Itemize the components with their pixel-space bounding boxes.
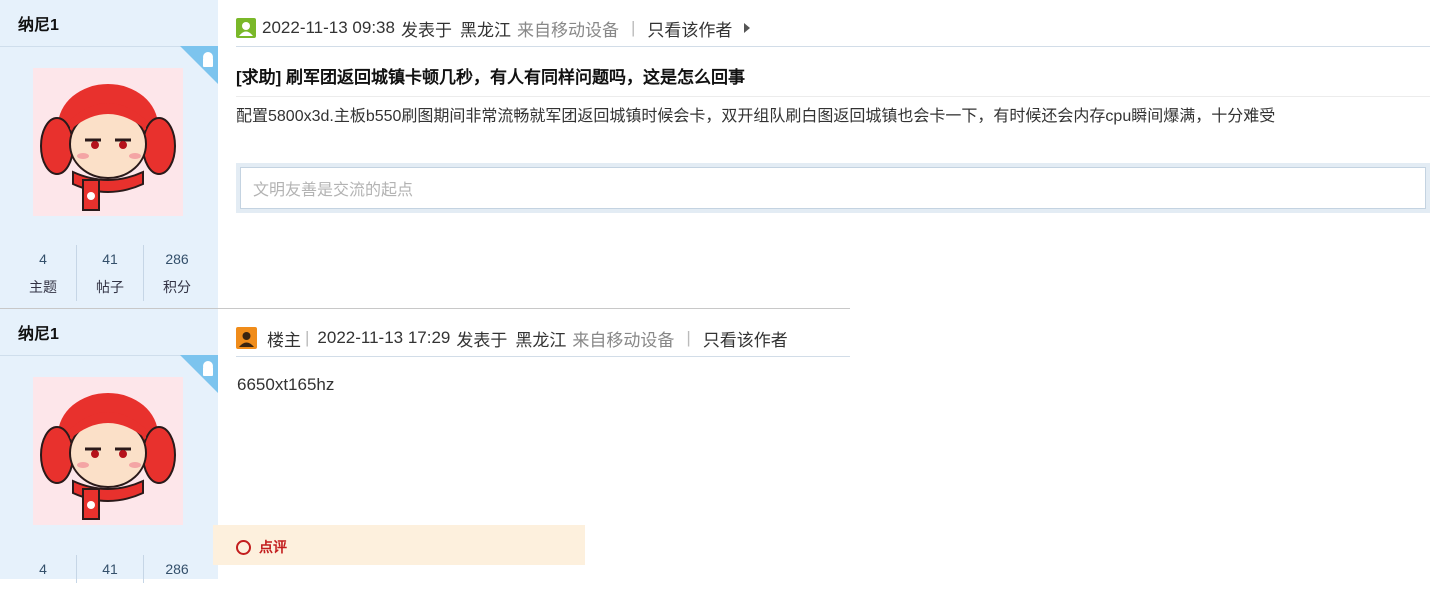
post1-content: 配置5800x3d.主板b550刷图期间非常流畅就军团返回城镇时候会卡，双开组队…	[236, 108, 1276, 125]
comment-button[interactable]: 点评	[236, 537, 287, 557]
android-icon	[180, 355, 218, 393]
android-icon	[180, 46, 218, 84]
post1-stats: 4 主题 41 帖子 286 积分	[10, 245, 210, 301]
post2-content: 6650xt165hz	[237, 375, 335, 394]
post1-sidebar: 纳尼1 4 主题 41 帖子 286 积分	[0, 0, 218, 308]
stat-posts[interactable]: 41	[76, 555, 143, 583]
post2-posted-at: 发表于	[456, 330, 508, 350]
post2-role-separator: |	[305, 328, 310, 347]
stat-posts[interactable]: 41 帖子	[76, 245, 143, 301]
post2-stats: 4 41 286	[10, 555, 210, 583]
post2-datetime: 2022-11-13 17:29	[317, 328, 451, 347]
stat-topics[interactable]: 4 主题	[10, 245, 76, 301]
post2-role: 楼主	[267, 330, 301, 350]
post2-meta-divider	[236, 356, 850, 357]
post2-location: 黑龙江	[515, 330, 567, 350]
post2-device: 来自移动设备	[572, 330, 675, 350]
post1-meta: 2022-11-13 09:38 发表于 黑龙江 来自移动设备 | 只看该作者	[236, 16, 752, 40]
post2-separator: |	[686, 328, 691, 347]
post2-author-name[interactable]: 纳尼1	[18, 320, 59, 344]
post2-view-author-only[interactable]: 只看该作者	[703, 326, 788, 351]
post1-posted-at: 发表于	[400, 20, 452, 40]
post1-avatar[interactable]	[33, 68, 183, 216]
triangle-right-icon	[744, 23, 751, 33]
reply-placeholder: 文明友善是交流的起点	[253, 182, 414, 199]
stat-points[interactable]: 286	[143, 555, 210, 583]
post1-meta-divider	[236, 46, 1430, 47]
comment-label: 点评	[259, 539, 287, 555]
post1-device: 来自移动设备	[516, 20, 619, 40]
post1-title: [求助] 刷军团返回城镇卡顿几秒，有人有同样问题吗，这是怎么回事	[236, 68, 746, 87]
post2-meta: 楼主 | 2022-11-13 17:29 发表于 黑龙江 来自移动设备 | 只…	[236, 326, 788, 350]
orange-owner-icon	[236, 327, 257, 349]
stat-topics[interactable]: 4	[10, 555, 76, 583]
green-user-icon	[236, 18, 256, 38]
post1-datetime: 2022-11-13 09:38	[262, 18, 395, 37]
post1-separator: |	[630, 18, 636, 37]
stat-points[interactable]: 286 积分	[143, 245, 210, 301]
post2-avatar[interactable]	[33, 377, 183, 525]
comment-bar: 点评	[213, 525, 585, 565]
post2-sidebar: 纳尼1 4 41 286	[0, 309, 218, 583]
circle-icon	[236, 539, 251, 555]
post1-reply-area: 文明友善是交流的起点	[236, 163, 1430, 213]
reply-input[interactable]: 文明友善是交流的起点	[240, 167, 1426, 209]
post1-location: 黑龙江	[459, 20, 511, 40]
post1-view-author-only[interactable]: 只看该作者	[647, 16, 732, 41]
post1-author-name[interactable]: 纳尼1	[18, 11, 59, 35]
post1-title-divider	[236, 96, 1430, 97]
